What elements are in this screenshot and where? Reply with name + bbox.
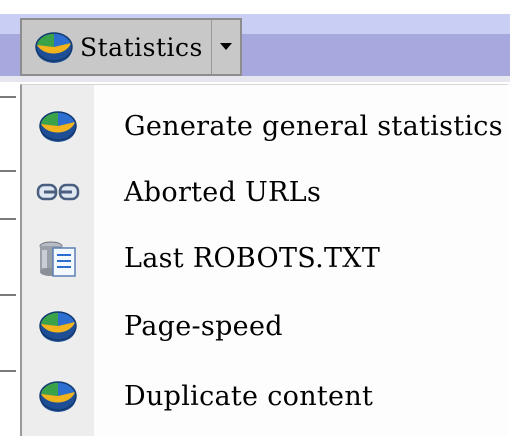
menu-item-duplicate-content[interactable]: Duplicate content bbox=[22, 363, 508, 429]
menu-item-label: Duplicate content bbox=[124, 380, 374, 412]
statistics-dropdown-menu: Generate general statistics Aborted URLs bbox=[20, 84, 508, 436]
page-edge-line bbox=[0, 294, 16, 296]
pie-chart-icon bbox=[30, 27, 78, 67]
toolbar-bottom-band bbox=[0, 76, 510, 82]
menu-item-last-robots-txt[interactable]: Last ROBOTS.TXT bbox=[22, 225, 508, 291]
dropdown-arrow-icon[interactable] bbox=[211, 20, 240, 74]
robots-file-icon bbox=[22, 225, 94, 291]
page-edge-line bbox=[0, 96, 16, 98]
menu-item-label: Generate general statistics bbox=[124, 110, 503, 142]
page-edge-line bbox=[0, 218, 16, 220]
menu-item-label: Aborted URLs bbox=[124, 176, 322, 208]
menu-item-page-speed[interactable]: Page-speed bbox=[22, 293, 508, 359]
statistics-button[interactable]: Statistics bbox=[20, 18, 242, 76]
page-edge-line bbox=[0, 370, 16, 372]
pie-chart-icon bbox=[22, 93, 94, 159]
menu-item-aborted-urls[interactable]: Aborted URLs bbox=[22, 159, 508, 225]
pie-chart-icon bbox=[22, 293, 94, 359]
pie-chart-icon bbox=[22, 363, 94, 429]
page-edge-line bbox=[0, 170, 16, 172]
menu-item-generate-general-statistics[interactable]: Generate general statistics bbox=[22, 93, 508, 159]
menu-item-label: Last ROBOTS.TXT bbox=[124, 242, 381, 274]
broken-link-icon bbox=[22, 159, 94, 225]
menu-item-label: Page-speed bbox=[124, 310, 283, 342]
statistics-button-label: Statistics bbox=[80, 32, 203, 62]
